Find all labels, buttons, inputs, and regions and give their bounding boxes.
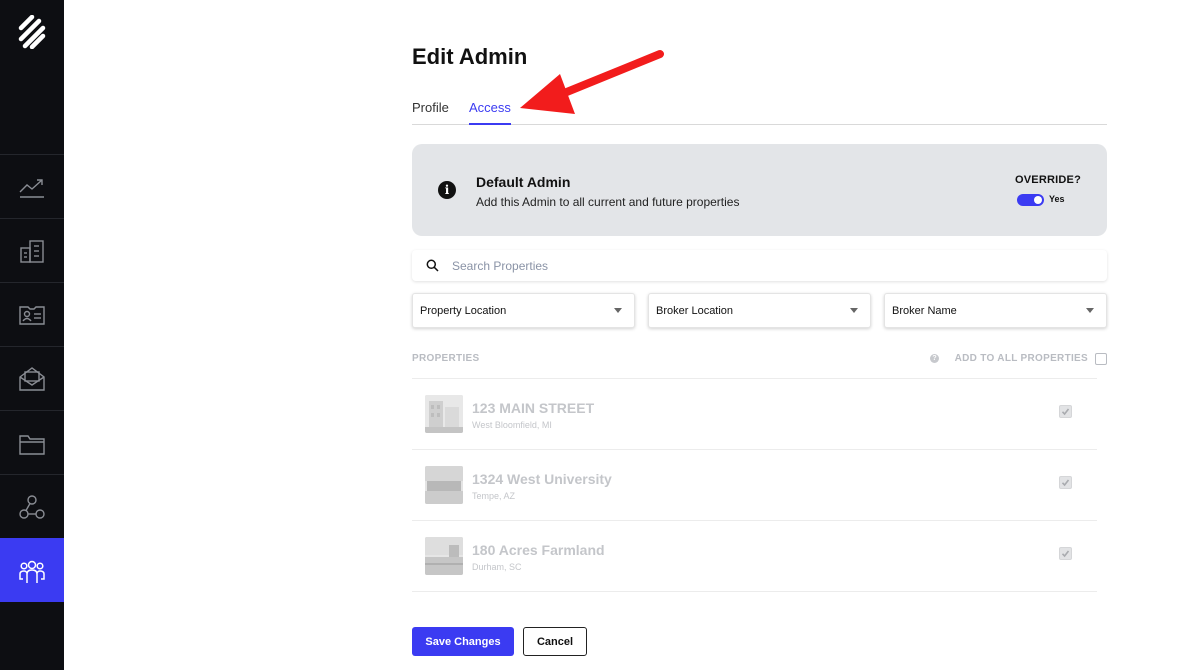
help-icon[interactable]: ? [930, 354, 939, 363]
property-list: 123 MAIN STREET West Bloomfield, MI 1324… [412, 378, 1097, 592]
properties-header: PROPERTIES [412, 353, 480, 364]
property-thumbnail [425, 466, 463, 504]
property-name: 180 Acres Farmland [472, 542, 605, 558]
override-toggle[interactable] [1017, 194, 1044, 206]
check-icon [1061, 408, 1070, 416]
filter-property-location[interactable]: Property Location [412, 293, 635, 328]
cancel-button[interactable]: Cancel [523, 627, 587, 656]
add-to-all-label: ADD TO ALL PROPERTIES [954, 353, 1088, 364]
list-item: 1324 West University Tempe, AZ [412, 450, 1097, 521]
add-to-all-checkbox[interactable] [1095, 353, 1107, 365]
property-thumbnail [425, 537, 463, 575]
app-logo[interactable] [0, 0, 64, 64]
sidebar-item-users[interactable] [0, 538, 64, 602]
users-group-icon [19, 560, 45, 583]
list-item: 180 Acres Farmland Durham, SC [412, 521, 1097, 592]
check-icon [1061, 479, 1070, 487]
sidebar-item-analytics[interactable] [0, 154, 64, 218]
filter-broker-location[interactable]: Broker Location [648, 293, 871, 328]
filter-label: Property Location [420, 305, 507, 317]
filter-broker-name[interactable]: Broker Name [884, 293, 1107, 328]
search-input[interactable] [452, 250, 1092, 281]
sidebar-item-files[interactable] [0, 410, 64, 474]
sidebar [0, 0, 64, 670]
default-admin-title: Default Admin [476, 174, 571, 190]
mail-open-icon [19, 366, 45, 391]
caret-down-icon [850, 308, 858, 313]
filter-label: Broker Name [892, 305, 957, 317]
folder-icon [19, 434, 45, 455]
sidebar-item-network[interactable] [0, 474, 64, 538]
sidebar-item-contacts[interactable] [0, 282, 64, 346]
list-item: 123 MAIN STREET West Bloomfield, MI [412, 379, 1097, 450]
property-name: 1324 West University [472, 471, 612, 487]
default-admin-card: i Default Admin Add this Admin to all cu… [412, 144, 1107, 236]
network-icon [19, 494, 45, 519]
toggle-knob [1034, 196, 1042, 204]
filter-label: Broker Location [656, 305, 734, 317]
building-icon [20, 239, 44, 263]
id-card-icon [19, 305, 45, 325]
property-thumbnail [425, 395, 463, 433]
property-name: 123 MAIN STREET [472, 400, 595, 416]
tab-access[interactable]: Access [469, 100, 511, 125]
property-checkbox[interactable] [1059, 547, 1072, 560]
search-bar [412, 250, 1107, 281]
caret-down-icon [1086, 308, 1094, 313]
info-icon: i [438, 181, 456, 199]
chart-line-icon [19, 178, 44, 198]
property-checkbox[interactable] [1059, 405, 1072, 418]
property-location: Durham, SC [472, 562, 522, 572]
search-icon [426, 259, 439, 272]
caret-down-icon [614, 308, 622, 313]
override-toggle-label: Yes [1049, 194, 1065, 204]
sidebar-item-buildings[interactable] [0, 218, 64, 282]
check-icon [1061, 550, 1070, 558]
default-admin-description: Add this Admin to all current and future… [476, 195, 740, 209]
tab-profile[interactable]: Profile [412, 100, 449, 115]
property-checkbox[interactable] [1059, 476, 1072, 489]
sidebar-item-messages[interactable] [0, 346, 64, 410]
property-location: West Bloomfield, MI [472, 420, 552, 430]
property-location: Tempe, AZ [472, 491, 516, 501]
save-changes-button[interactable]: Save Changes [412, 627, 514, 656]
logo-icon [18, 15, 46, 49]
annotation-arrow-icon [520, 50, 664, 114]
override-label: OVERRIDE? [1015, 174, 1081, 186]
